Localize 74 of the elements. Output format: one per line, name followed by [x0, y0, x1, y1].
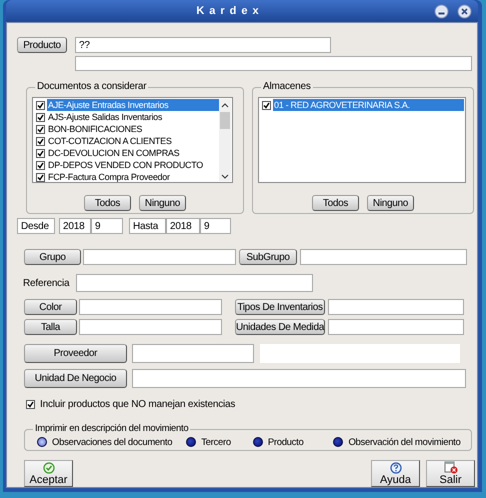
product-button[interactable]: Producto: [17, 37, 67, 53]
radio-label: Observación del movimiento: [348, 436, 460, 448]
size-field[interactable]: [79, 319, 222, 335]
units-button[interactable]: Unidades De Medida: [235, 319, 325, 335]
units-field[interactable]: [328, 319, 464, 335]
to-label: Hasta: [129, 218, 166, 234]
checkbox[interactable]: [262, 100, 271, 110]
color-button[interactable]: Color: [24, 299, 77, 315]
checkbox[interactable]: [36, 172, 45, 182]
checkbox[interactable]: [36, 100, 45, 110]
window-title: Kardex: [195, 5, 265, 17]
product-field[interactable]: ??: [75, 37, 331, 53]
checkbox[interactable]: [36, 112, 45, 122]
supplier-field[interactable]: [132, 344, 254, 363]
to-month-field[interactable]: 9: [200, 218, 231, 234]
checkbox[interactable]: [36, 148, 45, 158]
list-box[interactable]: 01 - RED AGROVETERINARIA S.A.: [258, 97, 466, 183]
check-icon: [263, 102, 270, 108]
list-button[interactable]: Todos: [84, 195, 131, 211]
from-label: Desde: [17, 218, 55, 234]
from-month-field[interactable]: 9: [91, 218, 123, 234]
help-icon: [390, 462, 402, 474]
list-item[interactable]: AJS-Ajuste Salidas Inventarios: [47, 111, 219, 123]
checkbox[interactable]: [36, 160, 45, 170]
checkbox[interactable]: [36, 136, 45, 146]
list-button[interactable]: Todos: [312, 195, 359, 211]
inventory-types-field[interactable]: [328, 299, 464, 315]
list-item[interactable]: COT-COTIZACION A CLIENTES: [47, 135, 219, 147]
radio-label: Tercero: [201, 436, 231, 448]
group-button[interactable]: Grupo: [24, 249, 81, 265]
minimize-icon[interactable]: [434, 4, 449, 18]
radio-button[interactable]: [252, 437, 263, 447]
radio-button[interactable]: [37, 437, 47, 447]
check-circle-icon: [42, 462, 54, 474]
inventory-types-button[interactable]: Tipos De Inventarios: [235, 299, 325, 315]
checkbox-label: Incluir productos que NO manejan existencias: [40, 399, 236, 410]
radio-button[interactable]: [186, 437, 196, 447]
to-year-field[interactable]: 2018: [166, 218, 200, 234]
radio-label: Producto: [268, 436, 304, 448]
list-button[interactable]: Ninguno: [367, 195, 414, 211]
check-icon: [27, 401, 34, 408]
list-item[interactable]: DP-DEPOS VENDED CON PRODUCTO: [47, 159, 219, 171]
from-year-field[interactable]: 2018: [59, 218, 91, 234]
product-description-field[interactable]: [75, 56, 472, 71]
list-item[interactable]: FCP-Factura Compra Proveedor: [47, 171, 219, 183]
exit-icon: [444, 461, 458, 474]
group-title: Almacenes: [261, 81, 313, 92]
list-item[interactable]: BON-BONIFICACIONES: [47, 123, 219, 135]
close-icon[interactable]: [457, 4, 472, 18]
business-unit-field[interactable]: [132, 369, 466, 388]
list-item[interactable]: AJE-Ajuste Entradas Inventarios: [47, 99, 219, 111]
exit-button[interactable]: Salir: [426, 460, 475, 487]
list-item[interactable]: 01 - RED AGROVETERINARIA S.A.: [273, 99, 464, 111]
scrollbar[interactable]: [219, 99, 231, 181]
checkbox[interactable]: [36, 124, 45, 134]
subgroup-button[interactable]: SubGrupo: [239, 249, 297, 265]
radio-button[interactable]: [333, 437, 344, 447]
radio-label: Observaciones del documento: [52, 436, 172, 448]
reference-field[interactable]: [76, 274, 314, 292]
list-box[interactable]: AJE-Ajuste Entradas Inventarios AJS-Ajuste Salidas Inventarios BON-BONIFICACIONES COT-COTIZACION A CLIENTES DC-DEVOLUCION EN COMPRAS DP-DEPOS VENDED CON PRODUCTO FCP-Factura Compra Proveedor: [32, 97, 233, 183]
list-item[interactable]: DC-DEVOLUCION EN COMPRAS: [47, 147, 219, 159]
checkbox[interactable]: [26, 400, 35, 409]
group-field[interactable]: [83, 249, 236, 265]
group-title: Imprimir en descripción del movimiento: [33, 423, 190, 434]
group-title: Documentos a considerar: [35, 81, 148, 92]
help-button[interactable]: Ayuda: [371, 460, 420, 487]
size-button[interactable]: Talla: [24, 319, 77, 335]
supplier-button[interactable]: Proveedor: [24, 344, 127, 363]
color-field[interactable]: [79, 299, 222, 315]
accept-button[interactable]: Aceptar: [24, 460, 73, 487]
reference-label: Referencia: [23, 278, 70, 288]
list-button[interactable]: Ninguno: [139, 195, 186, 211]
business-unit-button[interactable]: Unidad De Negocio: [24, 369, 127, 388]
subgroup-field[interactable]: [300, 249, 467, 265]
